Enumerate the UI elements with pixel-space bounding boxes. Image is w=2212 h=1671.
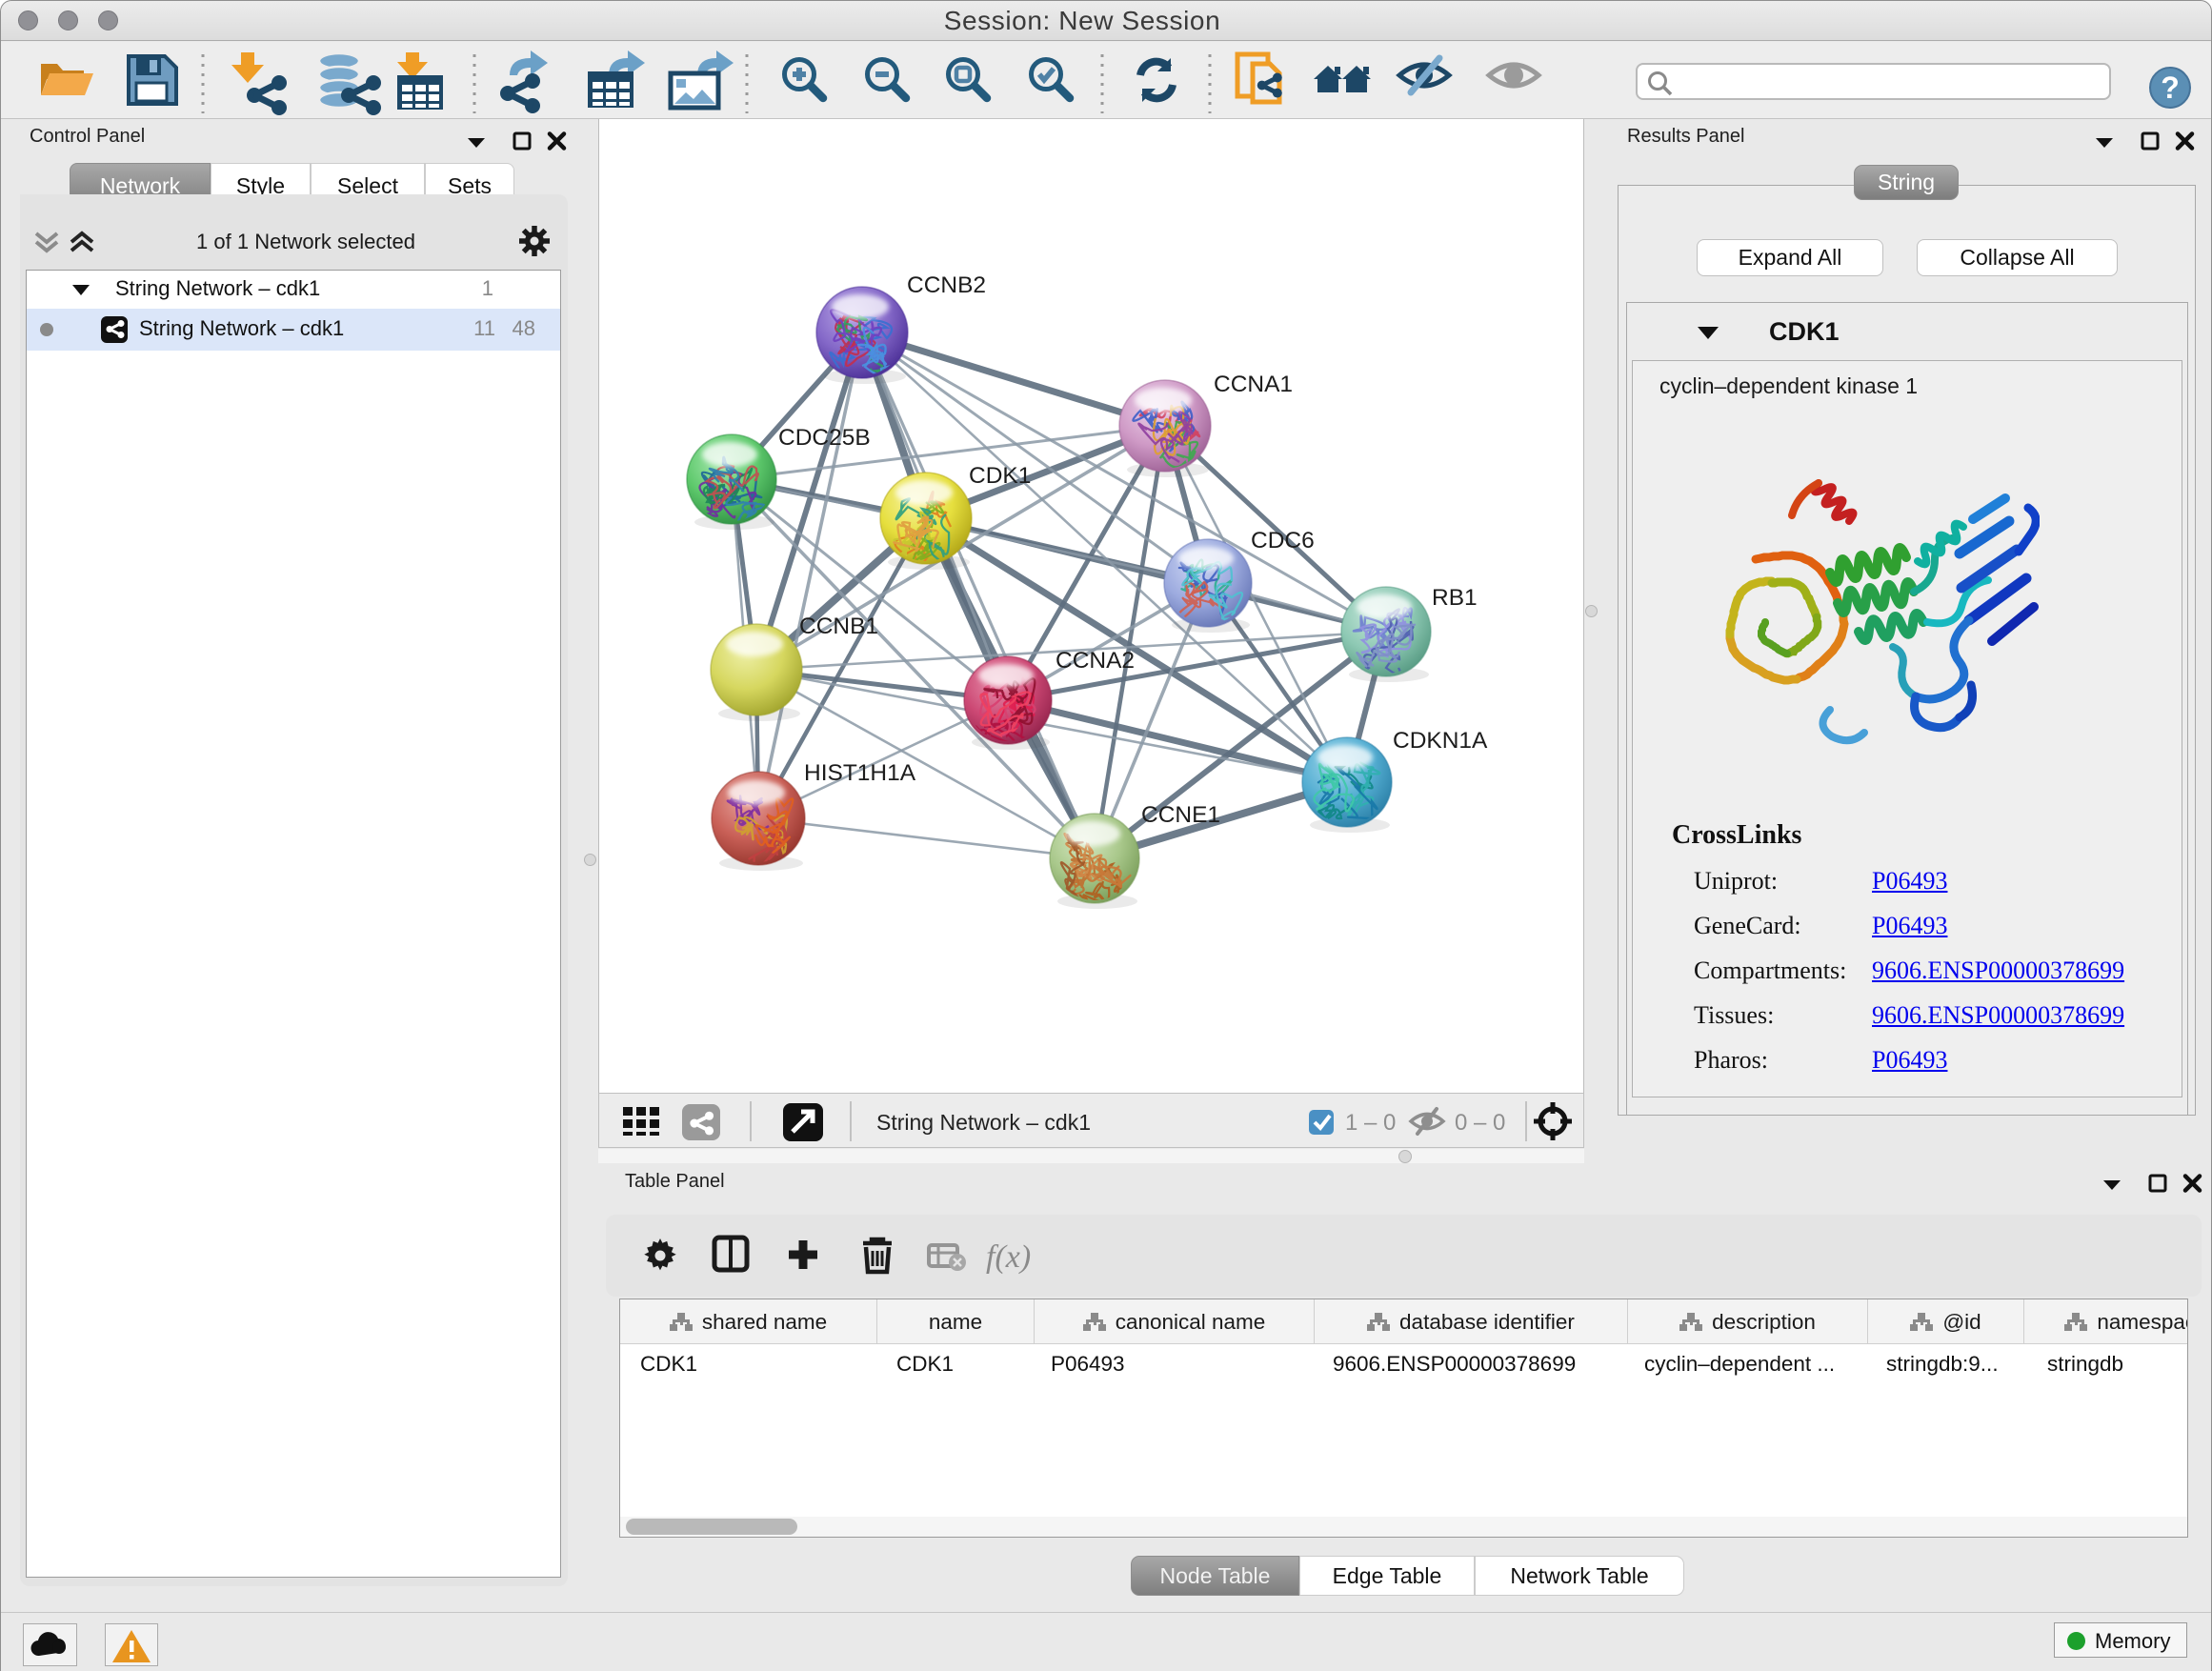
svg-text:0 – 0: 0 – 0	[1455, 1110, 1505, 1136]
svg-text:1 – 0: 1 – 0	[1345, 1110, 1396, 1136]
svg-text:CCNE1: CCNE1	[1141, 802, 1220, 828]
svg-text:HIST1H1A: HIST1H1A	[804, 760, 916, 786]
svg-text:CDC6: CDC6	[1251, 528, 1315, 554]
svg-text:?: ?	[2161, 70, 2180, 105]
svg-text:CCNB2: CCNB2	[907, 272, 986, 298]
svg-text:String Network – cdk1: String Network – cdk1	[876, 1110, 1091, 1135]
svg-text:CCNA2: CCNA2	[1056, 648, 1135, 674]
svg-text:CCNA1: CCNA1	[1214, 372, 1293, 397]
svg-text:f(x): f(x)	[986, 1239, 1031, 1275]
svg-text:RB1: RB1	[1432, 585, 1478, 611]
svg-text:CDK1: CDK1	[969, 463, 1031, 489]
svg-text:CDKN1A: CDKN1A	[1393, 728, 1488, 754]
svg-text:CDC25B: CDC25B	[778, 425, 871, 451]
svg-text:CCNB1: CCNB1	[799, 614, 878, 639]
